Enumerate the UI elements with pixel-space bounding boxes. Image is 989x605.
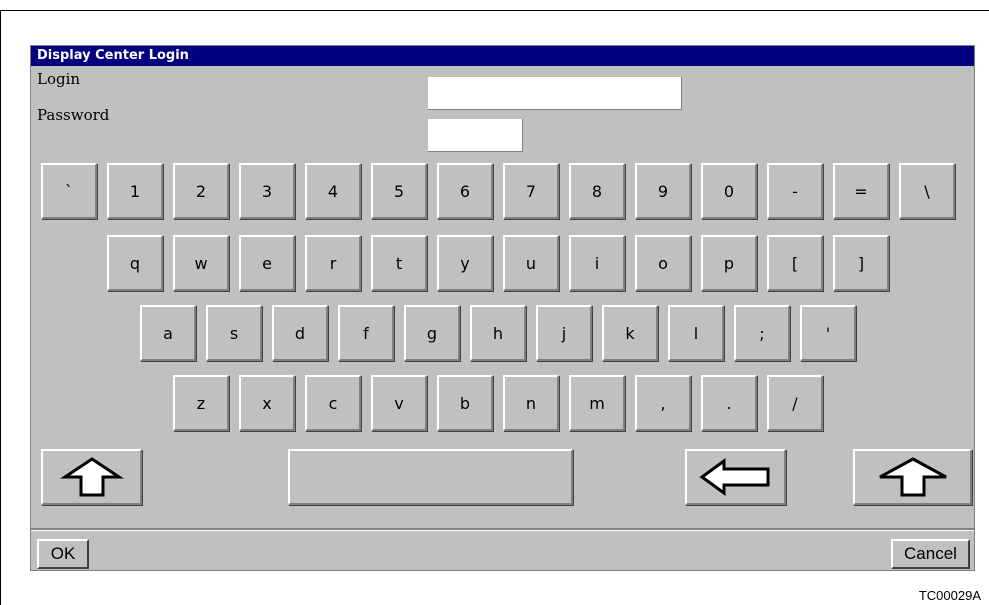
key-row4-7[interactable]: , <box>635 375 691 431</box>
key-row3-4[interactable]: g <box>404 305 460 361</box>
key-row1-6[interactable]: 6 <box>437 163 493 219</box>
space-key[interactable] <box>288 449 573 505</box>
key-row4-3[interactable]: v <box>371 375 427 431</box>
key-row3-2[interactable]: d <box>272 305 328 361</box>
key-row3-10[interactable]: ' <box>800 305 856 361</box>
key-row1-3[interactable]: 3 <box>239 163 295 219</box>
key-row2-11[interactable]: ] <box>833 235 889 291</box>
cancel-button[interactable]: Cancel <box>891 539 970 569</box>
key-row2-8[interactable]: o <box>635 235 691 291</box>
key-row2-4[interactable]: t <box>371 235 427 291</box>
key-row1-11[interactable]: - <box>767 163 823 219</box>
key-row2-2[interactable]: e <box>239 235 295 291</box>
shift-up-arrow-icon <box>59 457 124 497</box>
key-row2-1[interactable]: w <box>173 235 229 291</box>
key-row4-1[interactable]: x <box>239 375 295 431</box>
shift-up-arrow-icon <box>878 457 947 497</box>
backspace-key[interactable] <box>685 449 786 505</box>
key-row4-8[interactable]: . <box>701 375 757 431</box>
key-row1-5[interactable]: 5 <box>371 163 427 219</box>
dialog-title: Display Center Login <box>31 46 974 66</box>
backspace-left-arrow-icon <box>698 458 769 496</box>
key-row1-8[interactable]: 8 <box>569 163 625 219</box>
key-row2-6[interactable]: u <box>503 235 559 291</box>
login-label: Login <box>37 70 81 88</box>
key-row1-12[interactable]: = <box>833 163 889 219</box>
key-row3-8[interactable]: l <box>668 305 724 361</box>
key-row4-9[interactable]: / <box>767 375 823 431</box>
key-row2-5[interactable]: y <box>437 235 493 291</box>
key-row2-0[interactable]: q <box>107 235 163 291</box>
key-row4-5[interactable]: n <box>503 375 559 431</box>
key-row4-6[interactable]: m <box>569 375 625 431</box>
key-row1-13[interactable]: \ <box>899 163 955 219</box>
shift-right-key[interactable] <box>853 449 972 505</box>
password-label: Password <box>37 106 110 124</box>
frame-border-left <box>0 10 1 605</box>
login-dialog: Display Center Login Login Password ` 1 2 3… <box>30 45 975 571</box>
key-row2-3[interactable]: r <box>305 235 361 291</box>
key-row1-0[interactable]: ` <box>41 163 97 219</box>
key-row1-9[interactable]: 9 <box>635 163 691 219</box>
key-row4-4[interactable]: b <box>437 375 493 431</box>
key-row2-10[interactable]: [ <box>767 235 823 291</box>
key-row2-7[interactable]: i <box>569 235 625 291</box>
key-row3-9[interactable]: ; <box>734 305 790 361</box>
ok-button[interactable]: OK <box>37 539 89 569</box>
key-row3-3[interactable]: f <box>338 305 394 361</box>
key-row3-5[interactable]: h <box>470 305 526 361</box>
shift-left-key[interactable] <box>41 449 142 505</box>
frame-border-top <box>0 10 989 11</box>
key-row4-2[interactable]: c <box>305 375 361 431</box>
key-row3-0[interactable]: a <box>140 305 196 361</box>
key-row1-4[interactable]: 4 <box>305 163 361 219</box>
key-row4-0[interactable]: z <box>173 375 229 431</box>
key-row3-7[interactable]: k <box>602 305 658 361</box>
key-row1-7[interactable]: 7 <box>503 163 559 219</box>
login-input[interactable] <box>428 77 682 110</box>
key-row1-10[interactable]: 0 <box>701 163 757 219</box>
key-row3-1[interactable]: s <box>206 305 262 361</box>
key-row1-2[interactable]: 2 <box>173 163 229 219</box>
figure-caption: TC00029A <box>918 588 981 603</box>
password-input[interactable] <box>428 119 523 152</box>
key-row1-1[interactable]: 1 <box>107 163 163 219</box>
key-row2-9[interactable]: p <box>701 235 757 291</box>
dialog-button-bar: OK Cancel <box>31 528 974 572</box>
key-row3-6[interactable]: j <box>536 305 592 361</box>
